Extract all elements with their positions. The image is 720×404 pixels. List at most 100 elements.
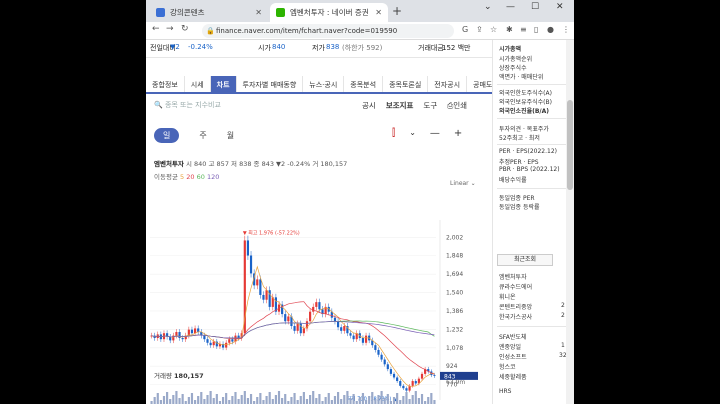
scale-selector[interactable]: Linear ⌄ [450, 180, 476, 187]
maximize-button[interactable]: ☐ [531, 2, 539, 12]
reload-icon[interactable]: ↻ [181, 24, 189, 34]
candle-body [209, 342, 212, 346]
period-month[interactable]: 월 [227, 130, 234, 141]
sidebar-item: 액면가 · 매매단위 [499, 74, 544, 81]
candle-body [284, 314, 287, 322]
zoom-in-icon[interactable]: + [454, 128, 462, 139]
recent-item[interactable]: 휘니온 [499, 292, 516, 301]
candle-body [231, 339, 234, 342]
volume-bar [430, 393, 433, 404]
chevron-down-icon[interactable]: ⌄ [409, 128, 416, 139]
forward-icon[interactable]: → [166, 24, 174, 34]
volume-bar [153, 397, 156, 404]
lower-item[interactable]: 세중할레품 [499, 372, 527, 381]
new-tab-button[interactable]: + [392, 4, 402, 18]
recent-view-button[interactable]: 최근조회 [497, 254, 553, 266]
reading-list-icon[interactable]: ≡ [520, 25, 527, 34]
tab-search-icon[interactable]: ⌄ [484, 2, 492, 12]
recent-item[interactable]: 엠벤처투자 [499, 272, 527, 281]
y-tick-label: 1,078 [446, 345, 463, 352]
low-value: 838 [326, 43, 340, 51]
tab-strip: 강의콘텐츠 ✕ 엠벤처투자 : 네이버 증권 ✕ + ⌄ — ☐ ✕ [146, 0, 574, 22]
candle-body [262, 294, 265, 300]
volume-bar [290, 397, 293, 404]
candle-body [349, 333, 352, 336]
lower-item[interactable]: SFA반도체 [499, 332, 526, 341]
volume-bar [349, 398, 352, 404]
google-icon[interactable]: G [462, 25, 468, 34]
menu-item-board[interactable]: 종목토론실 [383, 76, 429, 92]
period-week[interactable]: 주 [199, 130, 206, 141]
candle-body [225, 342, 228, 348]
volume-bar [197, 396, 200, 404]
ma-20: 20 [186, 173, 195, 181]
candle-body [175, 332, 178, 336]
candle-body [396, 377, 399, 382]
sidebar-item: 동일업종 등락률 [499, 204, 540, 211]
candle-body [315, 302, 318, 307]
volume-bar [190, 393, 194, 404]
menu-item-disclosure[interactable]: 전자공시 [428, 76, 468, 92]
volume-bar [299, 396, 302, 404]
close-window-button[interactable]: ✕ [556, 2, 564, 12]
candle-body [309, 311, 312, 322]
tool-drawing[interactable]: 도구 [423, 100, 437, 111]
candle-body [364, 335, 368, 343]
sidebar-item: 상장주식수 [499, 65, 527, 72]
zoom-out-icon[interactable]: — [430, 128, 440, 139]
recent-item[interactable]: 큐라수드에어 [499, 282, 532, 291]
volume-bar [305, 399, 309, 404]
menu-item-short[interactable]: 공매도현황 [467, 76, 492, 92]
browser-window: 강의콘텐츠 ✕ 엠벤처투자 : 네이버 증권 ✕ + ⌄ — ☐ ✕ ← → ↻… [146, 0, 574, 404]
menu-item-summary[interactable]: 종합정보 [146, 76, 185, 92]
close-icon[interactable]: ✕ [375, 8, 382, 17]
address-bar[interactable]: 🔒 finance.naver.com/item/fchart.naver?co… [202, 24, 454, 38]
compare-search-input[interactable]: 🔍 종목 또는 지수비교 [154, 100, 221, 110]
scrollbar[interactable] [566, 40, 574, 404]
volume-bar [358, 397, 361, 404]
menu-kebab-icon[interactable]: ⋮ [562, 25, 570, 34]
menu-item-price[interactable]: 시세 [185, 76, 211, 92]
y-tick-label: 1,232 [446, 326, 463, 333]
moving-average-legend: 이동평균 5 20 60 120 [154, 171, 219, 181]
tab-lecture[interactable]: 강의콘텐츠 ✕ [150, 3, 268, 22]
volume-bar [293, 393, 296, 404]
tool-disclosure[interactable]: 공시 [362, 100, 376, 111]
volume-bar [200, 392, 203, 404]
back-icon[interactable]: ← [152, 24, 160, 34]
volume-bar [336, 392, 340, 404]
tab-naver-finance[interactable]: 엠벤처투자 : 네이버 증권 ✕ [270, 3, 388, 22]
menu-item-news[interactable]: 뉴스·공시 [303, 76, 345, 92]
candle-body [212, 341, 215, 346]
menu-item-analysis[interactable]: 종목분석 [344, 76, 384, 92]
amount-value: 152 백만 [442, 44, 471, 52]
volume-bar [402, 396, 405, 404]
minimize-button[interactable]: — [506, 2, 515, 12]
scrollbar-thumb[interactable] [567, 100, 573, 190]
recent-item[interactable]: 콘텐트리중앙 [499, 302, 532, 311]
sidepanel-icon[interactable]: ▯ [534, 25, 538, 34]
lower-item[interactable]: 엔중앙일 [499, 342, 521, 351]
tool-indicators[interactable]: 보조지표 [386, 100, 414, 111]
menu-item-investors[interactable]: 투자자별 매매동향 [237, 76, 304, 92]
volume-bar [284, 394, 287, 404]
close-icon[interactable]: ✕ [255, 8, 262, 17]
candle-body [228, 339, 231, 343]
lower-item[interactable]: 헝스코 [499, 362, 516, 371]
extensions-icon[interactable]: ✱ [506, 25, 513, 34]
lower-item[interactable]: HRS [499, 388, 512, 395]
share-icon[interactable]: ⇪ [476, 25, 483, 34]
candle-type-icon[interactable]: ⫿ [392, 128, 395, 139]
menu-item-chart[interactable]: 차트 [210, 76, 237, 92]
recent-item[interactable]: 한국가스공사 [499, 312, 532, 321]
change-value: ▼2 [170, 43, 180, 51]
period-day[interactable]: 일 [154, 128, 180, 143]
tool-print[interactable]: ⎙인쇄 [447, 100, 467, 111]
lower-item[interactable]: 인성소프트 [499, 352, 527, 361]
chart-tools: 공시 보조지표 도구 ⎙인쇄 [362, 100, 467, 111]
bookmark-icon[interactable]: ☆ [490, 25, 497, 34]
candle-body [296, 323, 299, 331]
recent-item-value: 2 [561, 312, 565, 319]
volume-bar [240, 395, 243, 404]
profile-avatar[interactable]: ● [547, 25, 554, 34]
